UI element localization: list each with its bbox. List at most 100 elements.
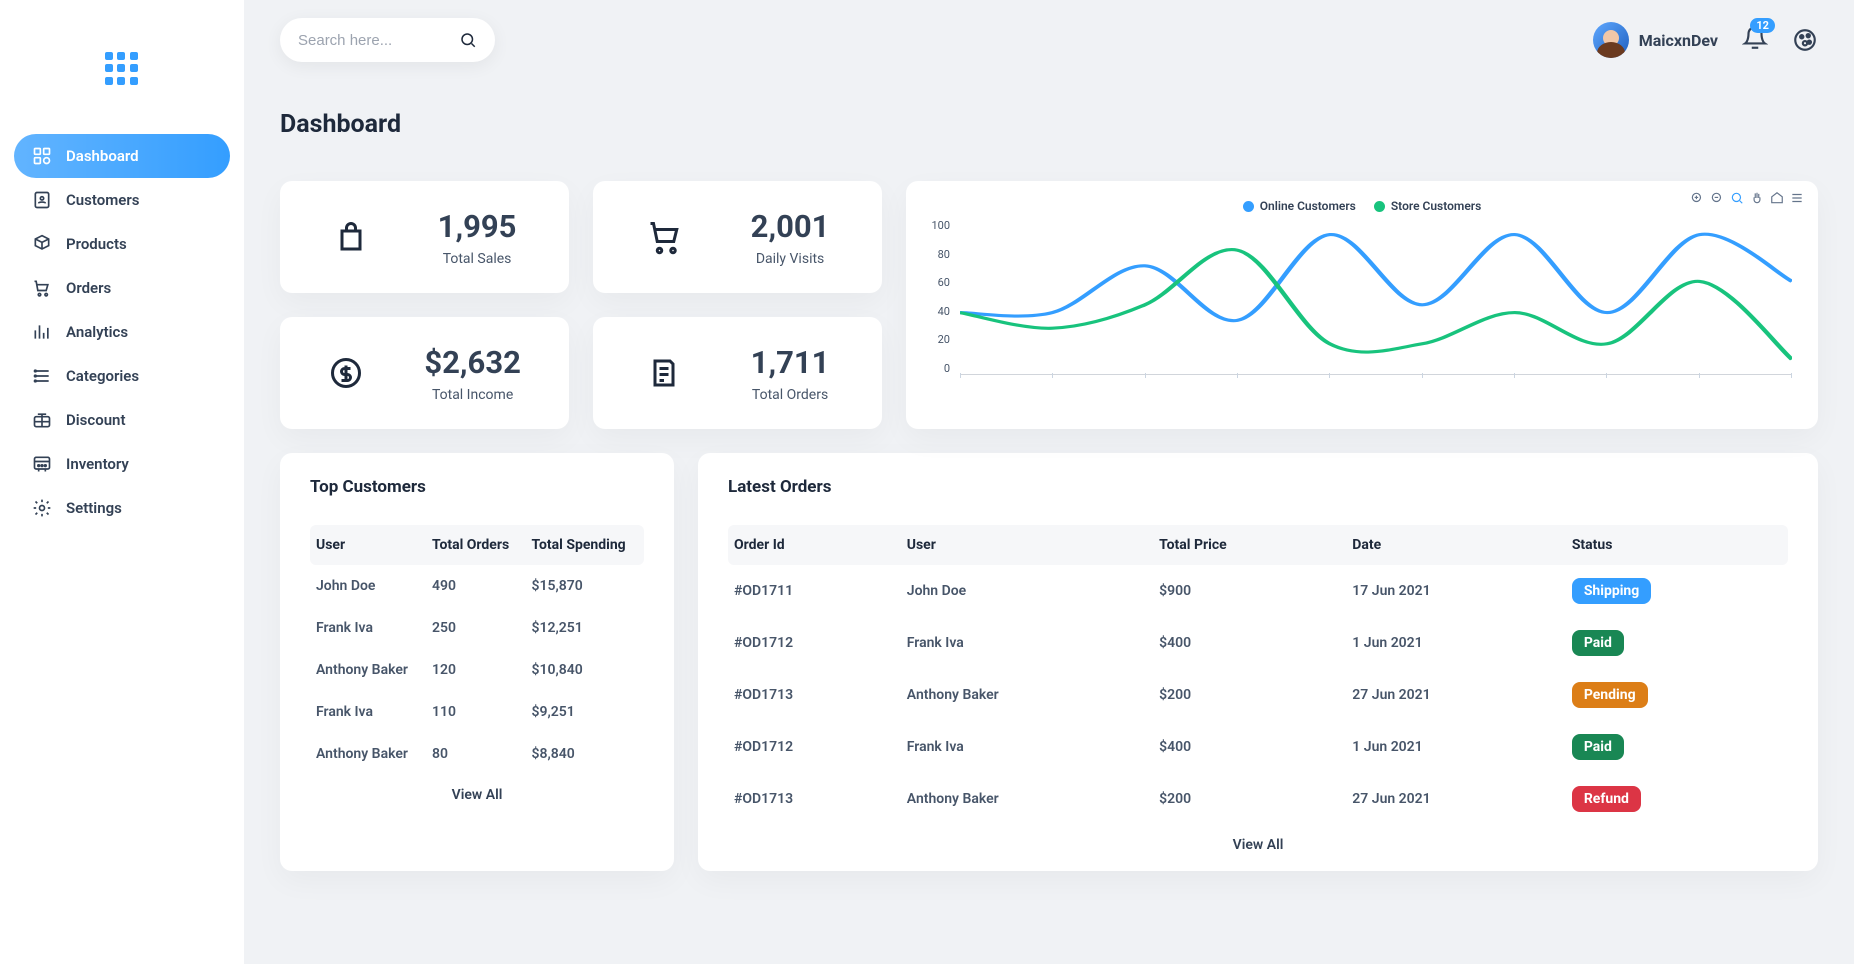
theme-icon[interactable] <box>1792 27 1818 53</box>
stat-value: 1,995 <box>438 208 517 245</box>
sidebar-item-label: Discount <box>66 411 125 429</box>
top-customers-table: UserTotal OrdersTotal Spending John Doe4… <box>310 525 644 775</box>
discount-icon <box>32 410 52 430</box>
topbar: MaicxnDev 12 <box>280 18 1818 62</box>
dashboard-icon <box>32 146 52 166</box>
sidebar-item-label: Dashboard <box>66 147 139 165</box>
customers-icon <box>32 190 52 210</box>
stat-label: Total Income <box>424 387 521 403</box>
status-badge: Shipping <box>1572 578 1651 604</box>
latest-orders-table: Order IdUserTotal PriceDateStatus #OD171… <box>728 525 1788 825</box>
stat-label: Total Sales <box>438 251 517 267</box>
table-row[interactable]: #OD1713Anthony Baker$20027 Jun 2021Refun… <box>728 773 1788 825</box>
sidebar-item-label: Settings <box>66 499 122 517</box>
column-header: Total Spending <box>526 525 644 565</box>
notifications-button[interactable]: 12 <box>1742 25 1768 55</box>
dollar-icon <box>328 355 364 391</box>
avatar <box>1593 22 1629 58</box>
sidebar-item-products[interactable]: Products <box>14 222 230 266</box>
column-header: Status <box>1566 525 1788 565</box>
zoom-out-icon[interactable] <box>1710 191 1724 205</box>
status-badge: Paid <box>1572 630 1624 656</box>
analytics-icon <box>32 322 52 342</box>
sidebar-item-settings[interactable]: Settings <box>14 486 230 530</box>
pan-icon[interactable] <box>1750 191 1764 205</box>
status-badge: Refund <box>1572 786 1641 812</box>
chart-plot: 100806040200 <box>926 219 1798 389</box>
sidebar-item-label: Orders <box>66 279 111 297</box>
legend-item[interactable]: Store Customers <box>1374 199 1481 213</box>
search-icon <box>459 30 477 50</box>
column-header: Total Orders <box>426 525 526 565</box>
menu-icon[interactable] <box>1790 191 1804 205</box>
categories-icon <box>32 366 52 386</box>
legend-item[interactable]: Online Customers <box>1243 199 1356 213</box>
sidebar-item-analytics[interactable]: Analytics <box>14 310 230 354</box>
column-header: Date <box>1346 525 1566 565</box>
column-header: User <box>901 525 1153 565</box>
home-icon[interactable] <box>1770 191 1784 205</box>
stat-total-income: $2,632 Total Income <box>280 317 569 429</box>
table-row[interactable]: #OD1713Anthony Baker$20027 Jun 2021Pendi… <box>728 669 1788 721</box>
column-header: Order Id <box>728 525 901 565</box>
search-input[interactable] <box>298 32 459 49</box>
table-row[interactable]: Frank Iva250$12,251 <box>310 607 644 649</box>
latest-orders-panel: Latest Orders Order IdUserTotal PriceDat… <box>698 453 1818 871</box>
stat-label: Daily Visits <box>751 251 830 267</box>
status-badge: Pending <box>1572 682 1648 708</box>
receipt-icon <box>646 355 682 391</box>
chart-card: Online Customers Store Customers 1008060… <box>906 181 1818 429</box>
chart-toolbar <box>1690 191 1804 205</box>
sidebar-item-label: Analytics <box>66 323 128 341</box>
logo-icon <box>105 52 139 86</box>
column-header: User <box>310 525 426 565</box>
panel-title: Top Customers <box>310 477 644 497</box>
view-all-link[interactable]: View All <box>728 825 1788 853</box>
stat-value: 2,001 <box>751 208 830 245</box>
sidebar-item-dashboard[interactable]: Dashboard <box>14 134 230 178</box>
chart-legend: Online Customers Store Customers <box>926 199 1798 213</box>
products-icon <box>32 234 52 254</box>
page-title: Dashboard <box>280 110 1818 139</box>
inventory-icon <box>32 454 52 474</box>
stat-total-orders: 1,711 Total Orders <box>593 317 882 429</box>
main-content: MaicxnDev 12 Dashboard 1,995Total Sales … <box>244 0 1854 964</box>
notification-badge: 12 <box>1750 18 1775 33</box>
settings-icon <box>32 498 52 518</box>
table-row[interactable]: Anthony Baker80$8,840 <box>310 733 644 775</box>
bag-icon <box>333 219 369 255</box>
stat-value: $2,632 <box>424 344 521 381</box>
view-all-link[interactable]: View All <box>310 775 644 803</box>
stat-value: 1,711 <box>751 344 830 381</box>
sidebar: Dashboard Customers Products Orders Analytic… <box>0 0 244 964</box>
profile-link[interactable]: MaicxnDev <box>1593 22 1718 58</box>
stat-daily-visits: 2,001 Daily Visits <box>593 181 882 293</box>
sidebar-item-inventory[interactable]: Inventory <box>14 442 230 486</box>
stat-total-sales: 1,995 Total Sales <box>280 181 569 293</box>
status-badge: Paid <box>1572 734 1624 760</box>
sidebar-item-customers[interactable]: Customers <box>14 178 230 222</box>
table-row[interactable]: Anthony Baker120$10,840 <box>310 649 644 691</box>
zoom-in-icon[interactable] <box>1690 191 1704 205</box>
sidebar-item-orders[interactable]: Orders <box>14 266 230 310</box>
sidebar-item-label: Customers <box>66 191 139 209</box>
sidebar-item-discount[interactable]: Discount <box>14 398 230 442</box>
sidebar-item-label: Products <box>66 235 127 253</box>
app-logo <box>14 20 230 126</box>
stat-label: Total Orders <box>751 387 830 403</box>
user-name: MaicxnDev <box>1639 31 1718 50</box>
table-row[interactable]: #OD1711John Doe$90017 Jun 2021Shipping <box>728 565 1788 617</box>
sidebar-item-label: Inventory <box>66 455 129 473</box>
top-customers-panel: Top Customers UserTotal OrdersTotal Spen… <box>280 453 674 871</box>
zoom-icon[interactable] <box>1730 191 1744 205</box>
orders-icon <box>32 278 52 298</box>
panel-title: Latest Orders <box>728 477 1788 497</box>
column-header: Total Price <box>1153 525 1346 565</box>
sidebar-item-categories[interactable]: Categories <box>14 354 230 398</box>
sidebar-item-label: Categories <box>66 367 139 385</box>
search-box[interactable] <box>280 18 495 62</box>
table-row[interactable]: #OD1712Frank Iva$4001 Jun 2021Paid <box>728 617 1788 669</box>
table-row[interactable]: John Doe490$15,870 <box>310 565 644 607</box>
table-row[interactable]: Frank Iva110$9,251 <box>310 691 644 733</box>
table-row[interactable]: #OD1712Frank Iva$4001 Jun 2021Paid <box>728 721 1788 773</box>
